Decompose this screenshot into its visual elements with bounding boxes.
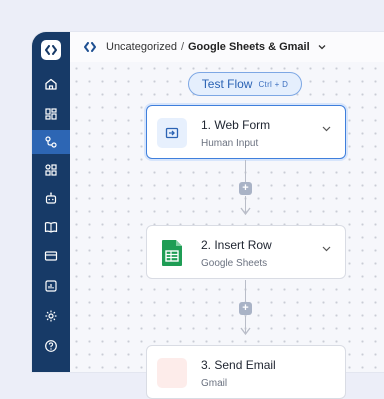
help-icon [45, 340, 57, 352]
step-card-send-email[interactable]: 3. Send Email Gmail [146, 345, 346, 399]
sidebar-item-help[interactable] [38, 334, 64, 358]
sidebar-item-apps[interactable] [38, 158, 64, 182]
dashboard-icon [45, 108, 57, 120]
bot-icon [45, 192, 57, 204]
step-title: 1. Web Form [201, 118, 271, 132]
home-icon [45, 78, 57, 90]
sidebar-item-workflows[interactable] [32, 130, 70, 154]
step-title: 2. Insert Row [201, 238, 272, 252]
connector-line [245, 160, 246, 182]
breadcrumb-separator: / [180, 41, 184, 53]
sidebar-item-billing[interactable] [38, 244, 64, 268]
add-step-button[interactable]: + [239, 302, 252, 315]
sidebar-item-docs[interactable] [38, 215, 64, 239]
app-logo[interactable] [41, 40, 61, 60]
test-flow-shortcut: Ctrl + D [258, 79, 289, 89]
sidebar [32, 32, 70, 372]
sidebar-item-dashboard[interactable] [38, 102, 64, 126]
step-subtitle: Human Input [201, 138, 259, 149]
sidebar-item-reports[interactable] [38, 274, 64, 298]
connector-line [245, 280, 246, 302]
workflows-icon [45, 136, 57, 148]
chevron-down-icon[interactable] [322, 119, 331, 137]
billing-icon [44, 251, 58, 261]
step-title: 3. Send Email [201, 358, 276, 372]
web-form-icon [157, 118, 187, 148]
step-card-web-form[interactable]: 1. Web Form Human Input [146, 105, 346, 159]
step-card-insert-row[interactable]: 2. Insert Row Google Sheets [146, 225, 346, 279]
sidebar-item-settings[interactable] [38, 304, 64, 328]
chevron-down-icon[interactable] [318, 44, 326, 50]
brand-icon [84, 42, 96, 52]
google-sheets-icon [157, 238, 187, 268]
arrow-down-icon [240, 327, 251, 336]
arrow-down-icon [240, 207, 251, 216]
add-step-button[interactable]: + [239, 182, 252, 195]
breadcrumb-folder[interactable]: Uncategorized [106, 41, 177, 53]
chevron-down-icon[interactable] [322, 239, 331, 257]
apps-icon [45, 164, 57, 176]
gmail-icon [157, 358, 187, 388]
sidebar-item-home[interactable] [38, 72, 64, 96]
test-flow-button[interactable]: Test Flow Ctrl + D [188, 72, 302, 96]
test-flow-label: Test Flow [201, 77, 253, 91]
docs-icon [44, 222, 58, 233]
sidebar-item-bot[interactable] [38, 186, 64, 210]
breadcrumb: Uncategorized / Google Sheets & Gmail [70, 32, 384, 62]
step-subtitle: Gmail [201, 378, 228, 389]
step-subtitle: Google Sheets [201, 258, 268, 269]
logo-icon [45, 45, 57, 55]
reports-icon [45, 280, 57, 292]
breadcrumb-current[interactable]: Google Sheets & Gmail [188, 41, 310, 53]
settings-icon [45, 310, 57, 322]
